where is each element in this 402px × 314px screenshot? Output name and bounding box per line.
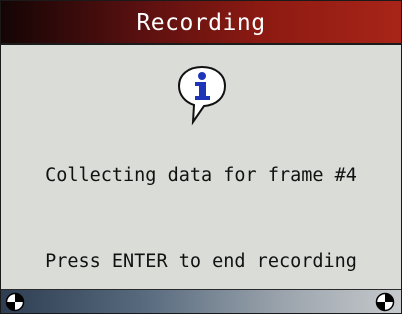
device-screen: Recording Collecting data for frame #4 P…: [0, 0, 402, 314]
instruction-message: Press ENTER to end recording: [45, 251, 357, 272]
info-icon: [177, 65, 227, 126]
status-message: Collecting data for frame #4: [45, 165, 357, 186]
softkey-right-icon[interactable]: [375, 292, 395, 312]
title-bar: Recording: [1, 1, 401, 45]
soft-key-bar: [1, 289, 401, 313]
screen-title: Recording: [136, 10, 266, 36]
softkey-left-icon[interactable]: [5, 292, 25, 312]
